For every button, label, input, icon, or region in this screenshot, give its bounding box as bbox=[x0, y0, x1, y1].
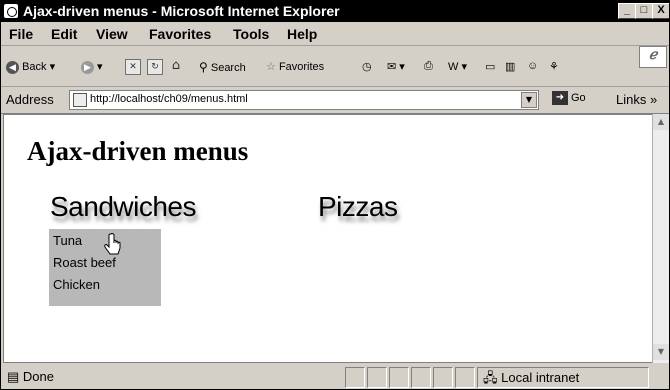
address-bar: Address http://localhost/ch09/menus.html… bbox=[1, 87, 669, 114]
hand-cursor-icon bbox=[104, 233, 121, 255]
status-panel bbox=[367, 367, 387, 388]
page-done-icon: ▤ bbox=[7, 369, 20, 384]
status-done: ▤ Done bbox=[7, 369, 54, 385]
messenger-icon[interactable]: ☺ bbox=[527, 60, 538, 78]
menu-tools[interactable]: Tools bbox=[233, 26, 269, 42]
back-button[interactable]: ◀ Back ▾ bbox=[6, 60, 55, 78]
browser-window: Ajax-driven menus - Microsoft Internet E… bbox=[0, 0, 670, 390]
menu-file[interactable]: File bbox=[9, 26, 33, 42]
ie-icon bbox=[4, 4, 18, 18]
intranet-icon: 🖧 bbox=[483, 370, 498, 385]
forward-icon: ▶ bbox=[81, 60, 94, 74]
go-label: Go bbox=[571, 91, 586, 104]
status-panel bbox=[433, 367, 453, 388]
search-button[interactable]: ⚲ Search bbox=[199, 60, 246, 78]
page-icon bbox=[73, 93, 87, 107]
history-icon[interactable]: ◷ bbox=[362, 60, 372, 78]
go-button[interactable]: ➜ Go bbox=[552, 91, 586, 105]
status-bar: ▤ Done 🖧 Local intranet bbox=[1, 365, 669, 389]
stop-icon[interactable]: ✕ bbox=[125, 59, 141, 75]
address-url: http://localhost/ch09/menus.html bbox=[90, 93, 248, 105]
status-text: Done bbox=[22, 369, 54, 384]
mail-icon[interactable]: ✉ ▾ bbox=[387, 60, 405, 78]
close-button[interactable]: X bbox=[652, 3, 669, 19]
favorites-button[interactable]: ☆ Favorites bbox=[266, 60, 324, 78]
title-bar: Ajax-driven menus - Microsoft Internet E… bbox=[1, 1, 669, 22]
menu-pizzas[interactable]: Pizzas bbox=[318, 191, 398, 223]
back-label: Back bbox=[22, 61, 47, 73]
status-panel bbox=[411, 367, 431, 388]
maximize-button[interactable]: □ bbox=[635, 3, 653, 19]
research-icon[interactable]: ▥ bbox=[505, 60, 515, 78]
go-icon: ➜ bbox=[552, 91, 568, 105]
bluetooth-icon[interactable]: ⚘ bbox=[549, 60, 559, 78]
status-panel bbox=[455, 367, 475, 388]
minimize-button[interactable]: _ bbox=[618, 3, 636, 19]
forward-button[interactable]: ▶ ▾ bbox=[81, 60, 103, 78]
status-zone: 🖧 Local intranet bbox=[483, 369, 580, 389]
chevron-down-icon[interactable]: ▼ bbox=[521, 92, 537, 108]
window-title: Ajax-driven menus - Microsoft Internet E… bbox=[23, 3, 340, 19]
menu-view[interactable]: View bbox=[96, 26, 128, 42]
scroll-down-icon[interactable]: ▼ bbox=[653, 344, 669, 360]
menu-help[interactable]: Help bbox=[287, 26, 317, 42]
links-label: Links bbox=[616, 92, 647, 107]
menu-bar: File Edit View Favorites Tools Help ℯ bbox=[1, 23, 669, 68]
chevron-right-icon: » bbox=[649, 92, 658, 107]
menu-favorites[interactable]: Favorites bbox=[149, 26, 211, 42]
menu-item-tuna[interactable]: Tuna bbox=[53, 233, 82, 248]
favorites-label: Favorites bbox=[278, 61, 325, 73]
search-icon: ⚲ bbox=[199, 60, 208, 74]
standard-toolbar: ◀ Back ▾ ▶ ▾ ✕ ↻ ⌂ ⚲ Search ☆ Favorites … bbox=[1, 46, 669, 87]
menu-item-chicken[interactable]: Chicken bbox=[53, 277, 100, 292]
back-icon: ◀ bbox=[6, 60, 19, 74]
edit-icon[interactable]: W ▾ bbox=[448, 60, 467, 78]
page-heading: Ajax-driven menus bbox=[27, 136, 249, 166]
links-button[interactable]: Links » bbox=[616, 92, 657, 107]
print-icon[interactable]: ⎙ bbox=[424, 60, 433, 78]
status-panel bbox=[345, 367, 365, 388]
zone-label: Local intranet bbox=[501, 370, 580, 385]
address-label: Address bbox=[6, 92, 54, 107]
discuss-icon[interactable]: ▭ bbox=[485, 60, 495, 78]
page-content: Ajax-driven menus Sandwiches Pizzas Tuna… bbox=[3, 114, 653, 363]
menu-sandwiches[interactable]: Sandwiches bbox=[50, 191, 196, 223]
favorites-icon: ☆ bbox=[266, 61, 276, 73]
vertical-scrollbar[interactable]: ▲ ▼ bbox=[652, 114, 669, 363]
home-icon[interactable]: ⌂ bbox=[169, 59, 183, 73]
address-input[interactable]: http://localhost/ch09/menus.html ▼ bbox=[69, 90, 539, 110]
scroll-up-icon[interactable]: ▲ bbox=[653, 114, 669, 130]
status-panel bbox=[389, 367, 409, 388]
refresh-icon[interactable]: ↻ bbox=[147, 59, 163, 75]
menu-edit[interactable]: Edit bbox=[51, 26, 77, 42]
search-label: Search bbox=[210, 62, 246, 74]
